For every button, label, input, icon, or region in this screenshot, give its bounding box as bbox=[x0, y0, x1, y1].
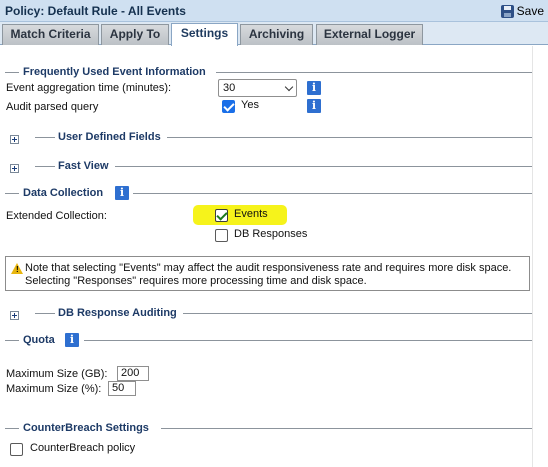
warning-note-text: Note that selecting "Events" may affect … bbox=[25, 262, 512, 287]
tab-match-criteria[interactable]: Match Criteria bbox=[2, 24, 99, 45]
save-icon bbox=[500, 4, 514, 18]
section-divider bbox=[5, 428, 19, 429]
audit-parsed-query-label: Audit parsed query bbox=[6, 101, 99, 113]
save-button[interactable]: Save bbox=[500, 2, 544, 20]
settings-panel: Frequently Used Event Information Event … bbox=[0, 46, 548, 467]
section-divider bbox=[161, 428, 533, 429]
tab-archiving[interactable]: Archiving bbox=[240, 24, 313, 45]
aggregation-info-icon[interactable]: i bbox=[307, 81, 321, 95]
data-collection-info-icon[interactable]: i bbox=[115, 186, 129, 200]
scrollbar-track[interactable] bbox=[532, 46, 548, 467]
title-bar: Policy: Default Rule - All Events Save bbox=[0, 0, 548, 22]
db-response-expand-icon[interactable] bbox=[10, 311, 19, 320]
tab-bar: Match Criteria Apply To Settings Archivi… bbox=[0, 22, 548, 46]
audit-yes-label: Yes bbox=[241, 99, 259, 111]
section-divider bbox=[35, 313, 55, 314]
section-divider bbox=[183, 313, 533, 314]
aggregation-value: 30 bbox=[223, 82, 236, 94]
warning-note: ! Note that selecting "Events" may affec… bbox=[5, 256, 530, 291]
user-defined-expand-icon[interactable] bbox=[10, 135, 19, 144]
section-divider bbox=[35, 137, 55, 138]
save-label: Save bbox=[516, 4, 544, 18]
section-divider bbox=[216, 72, 533, 73]
user-defined-section-title[interactable]: User Defined Fields bbox=[58, 131, 161, 143]
fast-view-section-title[interactable]: Fast View bbox=[58, 160, 109, 172]
counterbreach-policy-label: CounterBreach policy bbox=[30, 442, 136, 454]
events-label: Events bbox=[234, 208, 268, 220]
section-divider bbox=[84, 340, 533, 341]
tab-external-logger[interactable]: External Logger bbox=[316, 24, 423, 45]
aggregation-label: Event aggregation time (minutes): bbox=[6, 82, 172, 94]
max-size-gb-input[interactable]: 200 bbox=[117, 366, 149, 381]
quota-section-title: Quota bbox=[23, 334, 55, 346]
chevron-down-icon bbox=[284, 82, 294, 92]
db-responses-checkbox[interactable] bbox=[215, 229, 228, 242]
fast-view-expand-icon[interactable] bbox=[10, 164, 19, 173]
section-divider bbox=[35, 166, 55, 167]
data-collection-section-title: Data Collection bbox=[23, 187, 104, 199]
aggregation-select[interactable]: 30 bbox=[218, 79, 297, 97]
audit-info-icon[interactable]: i bbox=[307, 99, 321, 113]
max-size-pct-label: Maximum Size (%): bbox=[6, 383, 102, 395]
quota-info-icon[interactable]: i bbox=[65, 333, 79, 347]
section-divider bbox=[5, 193, 19, 194]
db-responses-label: DB Responses bbox=[234, 228, 308, 240]
events-checkbox[interactable] bbox=[215, 209, 228, 222]
counterbreach-policy-checkbox[interactable] bbox=[10, 443, 23, 456]
extended-collection-label: Extended Collection: bbox=[6, 210, 107, 222]
tab-settings[interactable]: Settings bbox=[171, 23, 238, 46]
section-divider bbox=[167, 137, 533, 138]
max-size-pct-input[interactable]: 50 bbox=[108, 381, 136, 396]
section-divider bbox=[5, 340, 19, 341]
max-size-gb-label: Maximum Size (GB): bbox=[6, 368, 108, 380]
window-title: Policy: Default Rule - All Events bbox=[5, 4, 186, 18]
frequent-section-title: Frequently Used Event Information bbox=[23, 66, 206, 78]
tab-apply-to[interactable]: Apply To bbox=[101, 24, 169, 45]
section-divider bbox=[115, 166, 533, 167]
counterbreach-section-title: CounterBreach Settings bbox=[23, 422, 149, 434]
section-divider bbox=[5, 72, 19, 73]
audit-parsed-query-checkbox[interactable] bbox=[222, 100, 235, 113]
db-response-section-title[interactable]: DB Response Auditing bbox=[58, 307, 177, 319]
section-divider bbox=[133, 193, 533, 194]
